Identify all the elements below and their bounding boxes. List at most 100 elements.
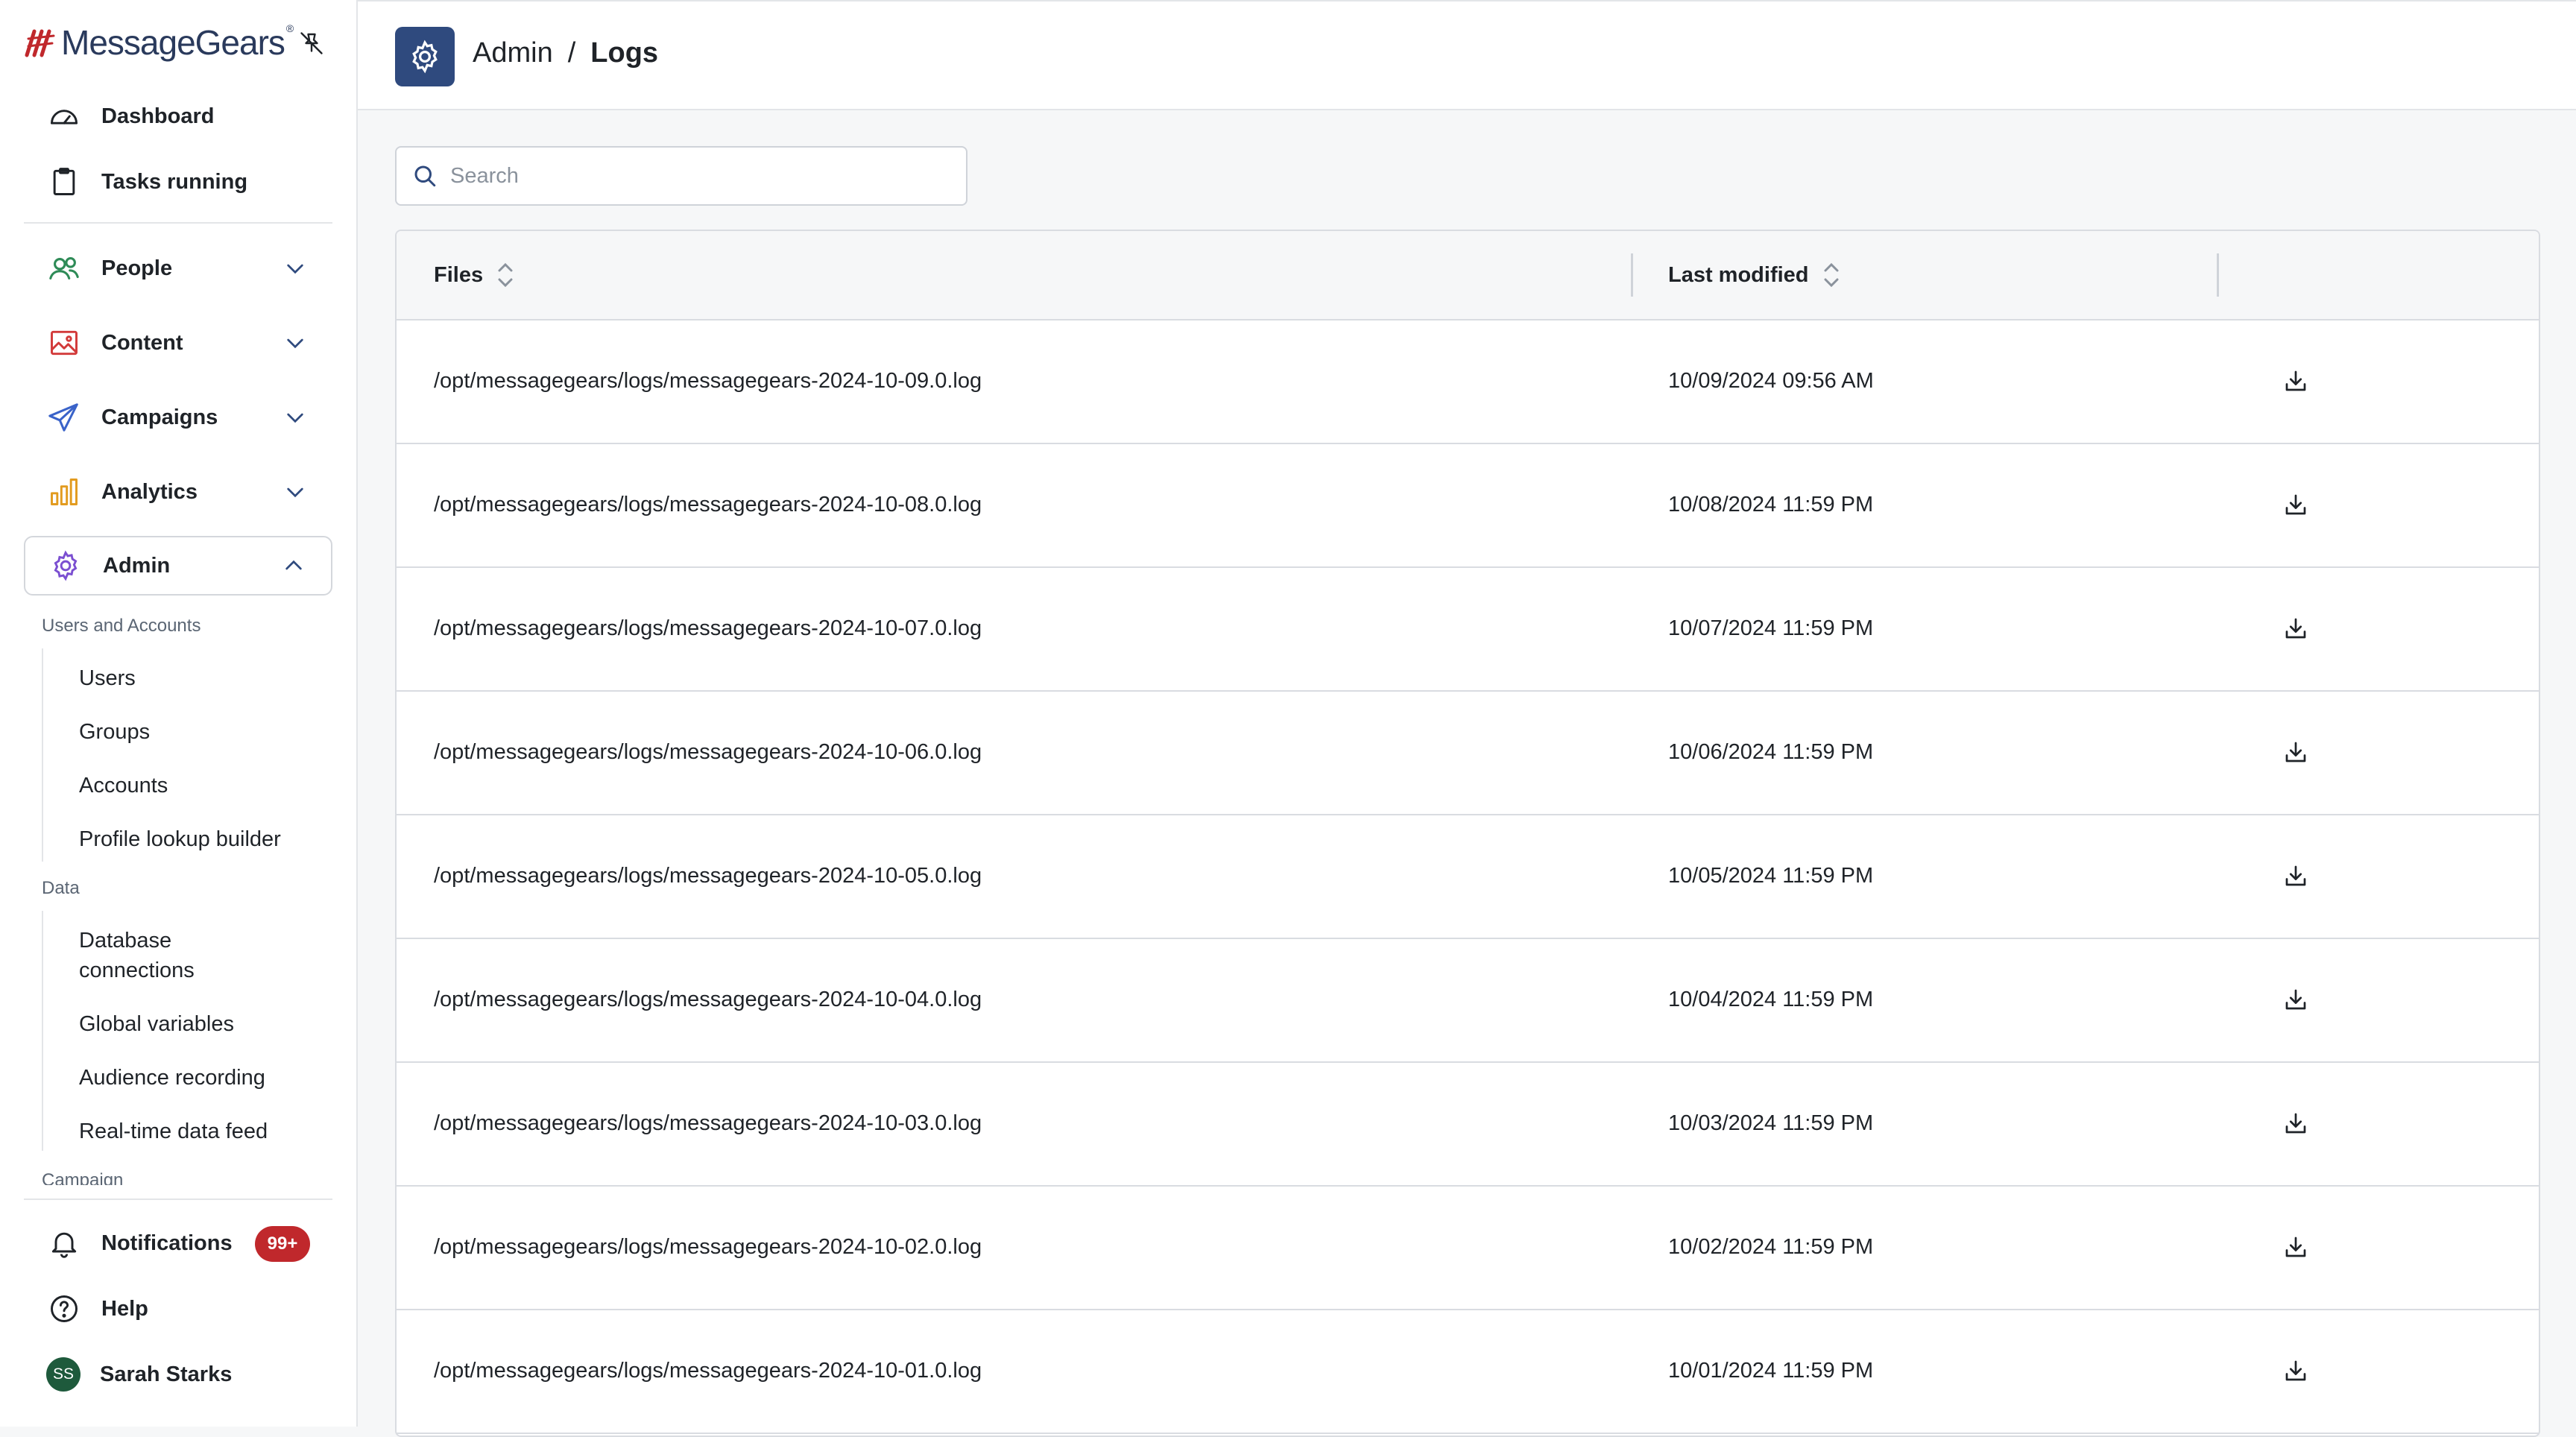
table-row: /opt/messagegears/logs/messagegears-2024… xyxy=(397,1309,2539,1434)
nav-content-label: Content xyxy=(101,330,183,355)
nav-campaigns-label: Campaigns xyxy=(101,405,218,429)
speedometer-icon xyxy=(46,98,82,134)
nav-help-label: Help xyxy=(101,1296,148,1321)
last-modified: 10/03/2024 11:59 PM xyxy=(1668,1111,1874,1135)
nav-campaigns[interactable]: Campaigns xyxy=(24,388,332,447)
nav-content[interactable]: Content xyxy=(24,313,332,373)
submenu-rail xyxy=(42,911,43,1151)
paper-plane-icon xyxy=(46,399,82,435)
column-header-label: Last modified xyxy=(1668,262,1809,287)
last-modified: 10/05/2024 11:59 PM xyxy=(1668,863,1874,888)
notifications-count-badge: 99+ xyxy=(255,1226,310,1262)
download-icon[interactable] xyxy=(2278,487,2314,522)
table-header: Files Last modified xyxy=(397,231,2539,320)
sub-item-audience-recording[interactable]: Audience recording xyxy=(79,1063,265,1093)
download-icon[interactable] xyxy=(2278,982,2314,1017)
file-path: /opt/messagegears/logs/messagegears-2024… xyxy=(434,368,982,393)
nav-dashboard[interactable]: Dashboard xyxy=(24,86,332,146)
sort-icon xyxy=(1824,262,1839,288)
file-path: /opt/messagegears/logs/messagegears-2024… xyxy=(434,1358,982,1383)
pin-off-icon xyxy=(300,32,323,54)
sub-item-profile-lookup-builder[interactable]: Profile lookup builder xyxy=(79,824,281,854)
download-icon[interactable] xyxy=(2278,1105,2314,1141)
search-box[interactable] xyxy=(395,146,967,206)
column-header-files[interactable]: Files xyxy=(434,231,516,319)
sub-item-users[interactable]: Users xyxy=(79,663,136,693)
nav-tasks-running[interactable]: Tasks running xyxy=(24,152,332,212)
nav-dashboard-label: Dashboard xyxy=(101,104,215,128)
user-profile[interactable]: SS Sarah Starks xyxy=(24,1345,332,1404)
column-resize-handle[interactable] xyxy=(1631,253,1633,297)
sub-item-real-time-data-feed[interactable]: Real-time data feed xyxy=(79,1117,268,1146)
table-row: /opt/messagegears/logs/messagegears-2024… xyxy=(397,443,2539,568)
last-modified: 10/08/2024 11:59 PM xyxy=(1668,492,1874,517)
nav-analytics[interactable]: Analytics xyxy=(24,462,332,522)
chevron-up-icon xyxy=(279,551,309,581)
file-path: /opt/messagegears/logs/messagegears-2024… xyxy=(434,1234,982,1259)
sub-item-global-variables[interactable]: Global variables xyxy=(79,1009,234,1039)
table-row: /opt/messagegears/logs/messagegears-2024… xyxy=(397,814,2539,939)
table-row: /opt/messagegears/logs/messagegears-2024… xyxy=(397,566,2539,692)
brand-logo[interactable]: MessageGears ® xyxy=(24,21,294,64)
file-path: /opt/messagegears/logs/messagegears-2024… xyxy=(434,492,982,517)
table-row: /opt/messagegears/logs/messagegears-2024… xyxy=(397,938,2539,1063)
nav-tasks-label: Tasks running xyxy=(101,169,248,194)
breadcrumb: Admin / Logs xyxy=(473,37,658,69)
file-path: /opt/messagegears/logs/messagegears-2024… xyxy=(434,987,982,1011)
page-title: Logs xyxy=(590,37,659,69)
download-icon[interactable] xyxy=(2278,858,2314,894)
sidebar: MessageGears ® Dashboard Tasks running Pe… xyxy=(0,0,358,1427)
nav-analytics-label: Analytics xyxy=(101,479,198,504)
clipboard-icon xyxy=(46,164,82,200)
people-icon xyxy=(46,250,82,286)
sub-item-label-line2: connections xyxy=(79,958,195,982)
sub-item-groups[interactable]: Groups xyxy=(79,717,150,747)
admin-gear-icon xyxy=(395,27,455,86)
last-modified: 10/04/2024 11:59 PM xyxy=(1668,987,1874,1011)
last-modified: 10/01/2024 11:59 PM xyxy=(1668,1358,1874,1383)
sub-item-accounts[interactable]: Accounts xyxy=(79,771,168,800)
section-campaign: Campaign xyxy=(42,1170,124,1185)
file-path: /opt/messagegears/logs/messagegears-2024… xyxy=(434,616,982,640)
column-resize-handle[interactable] xyxy=(2217,253,2219,297)
breadcrumb-separator: / xyxy=(567,37,576,69)
file-path: /opt/messagegears/logs/messagegears-2024… xyxy=(434,1111,982,1135)
download-icon[interactable] xyxy=(2278,1229,2314,1265)
gear-icon xyxy=(48,548,83,584)
column-header-last-modified[interactable]: Last modified xyxy=(1668,231,1842,319)
download-icon[interactable] xyxy=(2278,363,2314,399)
logo-mark-icon xyxy=(25,29,55,57)
file-path: /opt/messagegears/logs/messagegears-2024… xyxy=(434,863,982,888)
download-icon[interactable] xyxy=(2278,1353,2314,1389)
search-icon xyxy=(410,161,440,191)
download-icon[interactable] xyxy=(2278,734,2314,770)
bar-chart-icon xyxy=(46,474,82,510)
last-modified: 10/06/2024 11:59 PM xyxy=(1668,739,1874,764)
chevron-down-icon xyxy=(280,477,310,507)
breadcrumb-admin[interactable]: Admin xyxy=(473,37,553,69)
table-row: /opt/messagegears/logs/messagegears-2024… xyxy=(397,1061,2539,1187)
sort-icon xyxy=(498,262,513,288)
file-path: /opt/messagegears/logs/messagegears-2024… xyxy=(434,739,982,764)
question-circle-icon xyxy=(46,1291,82,1327)
nav-admin[interactable]: Admin xyxy=(24,536,332,596)
section-users-and-accounts: Users and Accounts xyxy=(42,616,201,636)
avatar: SS xyxy=(46,1357,80,1392)
nav-people-label: People xyxy=(101,256,173,280)
chevron-down-icon xyxy=(280,402,310,432)
submenu-rail xyxy=(42,648,43,862)
last-modified: 10/02/2024 11:59 PM xyxy=(1668,1234,1874,1259)
search-input[interactable] xyxy=(449,162,929,189)
user-name: Sarah Starks xyxy=(100,1362,233,1386)
download-icon[interactable] xyxy=(2278,610,2314,646)
nav-help[interactable]: Help xyxy=(24,1279,332,1339)
sub-item-database-connections[interactable]: Database connections xyxy=(79,926,195,985)
sidebar-divider xyxy=(24,1198,332,1200)
chevron-down-icon xyxy=(280,253,310,283)
table-row: /opt/messagegears/logs/messagegears-2024… xyxy=(397,319,2539,444)
brand-name: MessageGears ® xyxy=(61,22,294,62)
last-modified: 10/09/2024 09:56 AM xyxy=(1668,368,1874,393)
image-icon xyxy=(46,325,82,361)
nav-people[interactable]: People xyxy=(24,239,332,298)
unpin-sidebar-button[interactable] xyxy=(295,27,328,60)
